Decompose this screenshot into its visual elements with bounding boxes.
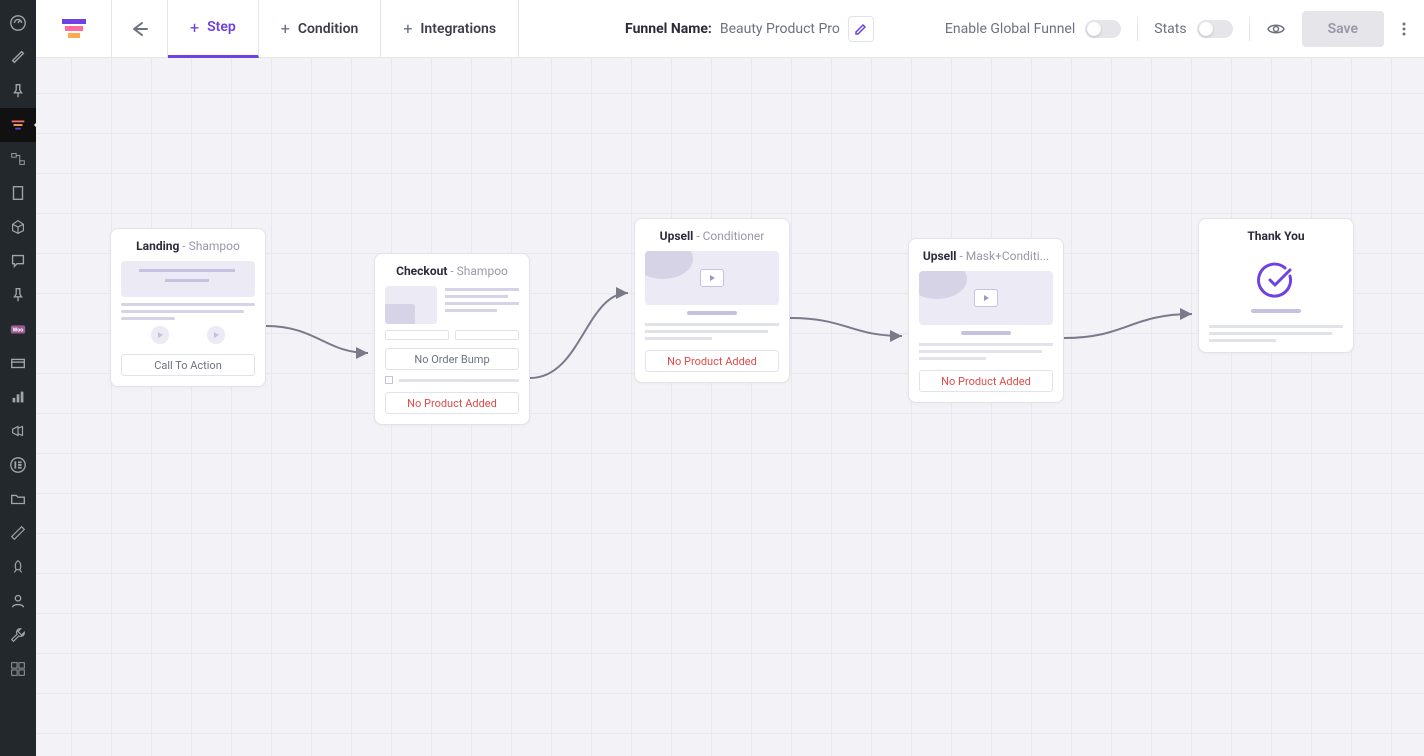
admin-sidebar: Woo [0,0,36,756]
node-preview [919,271,1053,360]
node-title: Landing - Shampoo [121,239,255,253]
node-upsell-1[interactable]: Upsell - Conditioner No Product Added [634,218,790,383]
plus-icon: + [281,19,290,38]
nav-tool[interactable] [0,618,36,652]
funnel-name: Funnel Name: Beauty Product Pro [625,16,874,42]
app-logo [36,0,112,58]
node-preview [385,286,519,340]
node-preview [1209,261,1343,342]
divider [1137,17,1138,41]
node-checkout[interactable]: Checkout - Shampoo No Order Bump No Prod… [374,253,530,425]
nav-chart[interactable] [0,380,36,414]
nav-brush[interactable] [0,40,36,74]
right-controls: Enable Global Funnel Stats Save [945,11,1424,47]
node-title: Thank You [1209,229,1343,243]
plus-icon: + [403,19,412,38]
stats-toggle-group: Stats [1154,20,1232,38]
tab-integrations[interactable]: + Integrations [381,0,519,58]
plus-icon: + [190,18,199,37]
nav-woo[interactable]: Woo [0,312,36,346]
tab-integrations-label: Integrations [420,21,496,37]
nav-comment[interactable] [0,244,36,278]
nav-pin2[interactable] [0,278,36,312]
order-bump-pill[interactable]: No Order Bump [385,348,519,370]
nav-wrench[interactable] [0,516,36,550]
save-button-label: Save [1328,21,1358,37]
no-product-pill[interactable]: No Product Added [919,370,1053,392]
stats-label: Stats [1154,21,1186,37]
nav-book[interactable] [0,176,36,210]
node-title: Upsell - Conditioner [645,229,779,243]
global-funnel-toggle-group: Enable Global Funnel [945,20,1121,38]
nav-package[interactable] [0,210,36,244]
nav-flow[interactable] [0,142,36,176]
nav-card[interactable] [0,346,36,380]
svg-text:Woo: Woo [13,328,24,334]
node-title: Checkout - Shampoo [385,264,519,278]
topbar: + Step + Condition + Integrations Funnel… [36,0,1424,58]
connector-arrows [36,58,1424,756]
nav-elementor[interactable] [0,448,36,482]
divider [1249,17,1250,41]
nav-grid[interactable] [0,652,36,686]
nav-user[interactable] [0,584,36,618]
tab-step-label: Step [207,19,236,35]
stats-toggle[interactable] [1197,20,1233,38]
node-upsell-2[interactable]: Upsell - Mask+Conditi... No Product Adde… [908,238,1064,403]
no-product-pill[interactable]: No Product Added [385,392,519,414]
tab-condition[interactable]: + Condition [259,0,382,58]
node-landing[interactable]: Landing - Shampoo Call To Action [110,228,266,387]
node-preview [645,251,779,340]
node-preview [121,261,255,344]
tab-condition-label: Condition [298,21,359,37]
nav-rocket[interactable] [0,550,36,584]
global-funnel-label: Enable Global Funnel [945,21,1075,37]
nav-pin[interactable] [0,74,36,108]
back-button[interactable] [112,0,168,58]
global-funnel-toggle[interactable] [1085,20,1121,38]
save-button[interactable]: Save [1302,11,1384,47]
preview-button[interactable] [1266,19,1286,39]
funnel-canvas[interactable]: Landing - Shampoo Call To Action Checkou… [36,58,1424,756]
edit-name-button[interactable] [848,16,874,42]
more-button[interactable] [1396,19,1412,39]
nav-folder[interactable] [0,482,36,516]
cta-pill[interactable]: Call To Action [121,354,255,376]
tab-step[interactable]: + Step [168,0,259,58]
nav-funnel[interactable] [0,108,36,142]
nav-dashboard[interactable] [0,6,36,40]
funnel-name-label: Funnel Name: [625,21,712,37]
funnel-name-value: Beauty Product Pro [720,21,840,37]
no-product-pill[interactable]: No Product Added [645,350,779,372]
nav-megaphone[interactable] [0,414,36,448]
node-thank-you[interactable]: Thank You [1198,218,1354,353]
node-title: Upsell - Mask+Conditi... [919,249,1053,263]
